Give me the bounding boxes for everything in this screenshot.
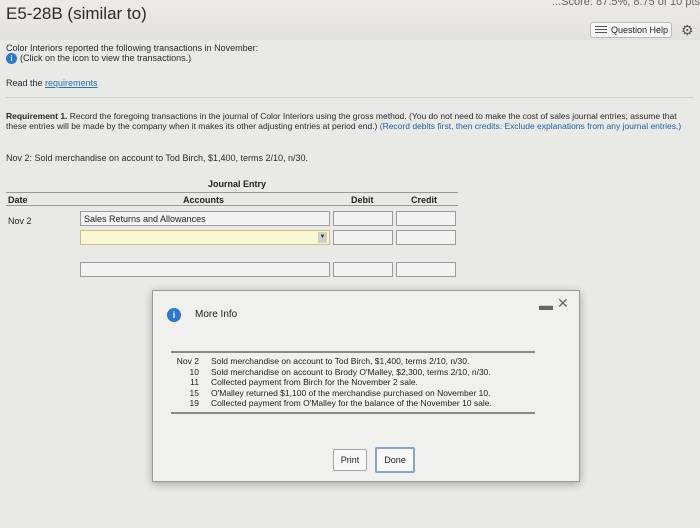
info-icon: i — [167, 307, 183, 323]
top-bar: E5-28B (similar to) ...Score: 87.5%, 8.7… — [0, 0, 700, 40]
done-button[interactable]: Done — [375, 447, 415, 473]
transaction-day: Nov 2 — [176, 356, 199, 366]
divider — [6, 97, 694, 98]
list-icon — [595, 25, 607, 35]
journal-entry-title: Journal Entry — [208, 179, 267, 189]
account-dropdown[interactable] — [80, 230, 330, 245]
requirement-label: Requirement 1. — [6, 111, 68, 121]
transactions-list: Nov 2 Sold merchandise on account to Tod … — [171, 351, 535, 414]
transaction-day: 19 — [189, 398, 199, 408]
requirement-hint: (Record debits first, then credits. Excl… — [379, 121, 682, 131]
info-icon[interactable]: i — [6, 53, 17, 65]
transactions-link[interactable]: (Click on the icon to view the transacti… — [20, 53, 191, 63]
dialog-title: More Info — [195, 309, 238, 320]
debit-field[interactable] — [333, 230, 393, 245]
transaction-day: 10 — [189, 366, 199, 377]
more-info-dialog: i More Info ▬ ✕ Nov 2 Sold merchandise on… — [152, 290, 580, 482]
transaction-desc: Collected payment from Birch for the Nov… — [211, 377, 418, 387]
transaction-desc: Sold merchandise on account to Tod Birch… — [211, 356, 470, 366]
question-help-label: Question Help — [611, 25, 669, 35]
header-credit: Credit — [411, 195, 438, 205]
close-icon[interactable]: ✕ — [557, 295, 569, 312]
list-item: 19 Collected payment from O'Malley for th… — [171, 398, 535, 409]
journal-header: Date Accounts Debit Credit — [6, 192, 458, 206]
header-debit: Debit — [351, 195, 374, 205]
gear-icon[interactable]: ⚙ — [681, 22, 694, 39]
transaction-desc: Sold merchandise on account to Brody O'M… — [211, 366, 491, 377]
transaction-desc: O'Malley returned $1,100 of the merchand… — [211, 387, 491, 398]
credit-field[interactable] — [396, 262, 456, 277]
list-item: 15 O'Malley returned $1,100 of the mercha… — [171, 388, 535, 399]
transactions-link-row[interactable]: i (Click on the icon to view the transact… — [6, 53, 191, 65]
print-button[interactable]: Print — [333, 449, 367, 471]
chevron-down-icon[interactable]: ▼ — [318, 232, 327, 243]
transaction-desc: Collected payment from O'Malley for the … — [211, 398, 492, 408]
page-title: E5-28B (similar to) — [6, 4, 147, 23]
requirement-text: Requirement 1. Record the foregoing tran… — [6, 111, 696, 131]
minimize-button[interactable]: ▬ — [539, 297, 553, 313]
list-item: 11 Collected payment from Birch for the N… — [171, 377, 535, 388]
account-field[interactable]: Sales Returns and Allowances — [80, 211, 330, 226]
transaction-day: 15 — [189, 387, 199, 398]
credit-field[interactable] — [396, 211, 456, 226]
question-help-button[interactable]: Question Help — [590, 22, 672, 38]
header-accounts: Accounts — [183, 195, 225, 205]
debit-field[interactable] — [333, 211, 393, 226]
read-requirements-row: Read the requirements — [6, 78, 98, 88]
score-readout: ...Score: 87.5%, 8.75 of 10 pts — [552, 0, 700, 8]
transaction-day: 11 — [190, 377, 199, 387]
requirements-link[interactable]: requirements — [45, 78, 98, 88]
credit-field[interactable] — [396, 230, 456, 245]
debit-field[interactable] — [333, 262, 393, 277]
intro-text: Color Interiors reported the following t… — [6, 43, 259, 53]
row-date: Nov 2 — [8, 216, 32, 226]
list-item: 10 Sold merchandise on account to Brody O… — [171, 367, 535, 378]
read-prefix: Read the — [6, 78, 46, 88]
account-field[interactable] — [80, 262, 330, 277]
list-item: Nov 2 Sold merchandise on account to Tod … — [171, 356, 535, 367]
task-text: Nov 2: Sold merchandise on account to To… — [6, 153, 309, 163]
header-date: Date — [8, 195, 28, 205]
